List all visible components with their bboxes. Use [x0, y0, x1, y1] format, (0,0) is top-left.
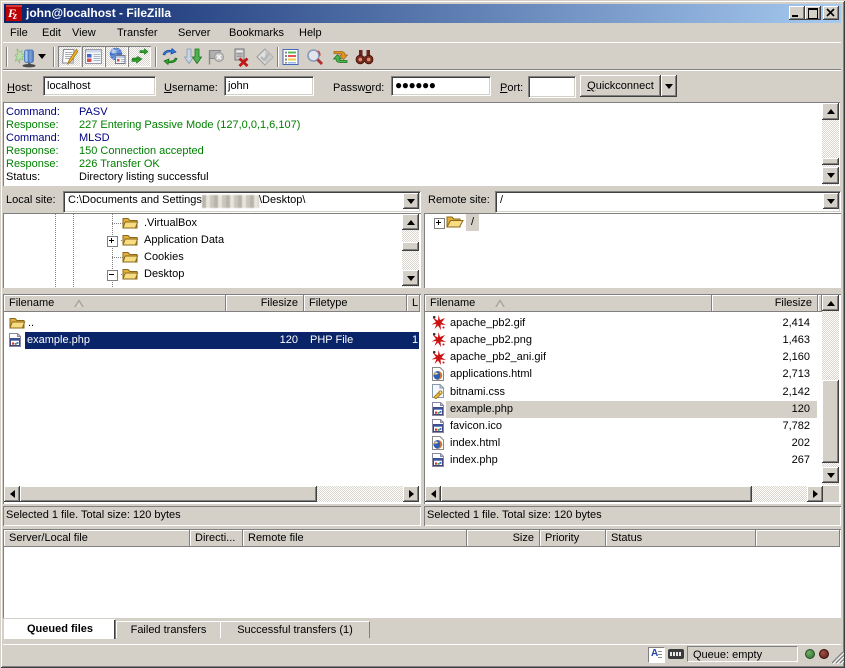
svg-text:z: z [12, 11, 17, 21]
